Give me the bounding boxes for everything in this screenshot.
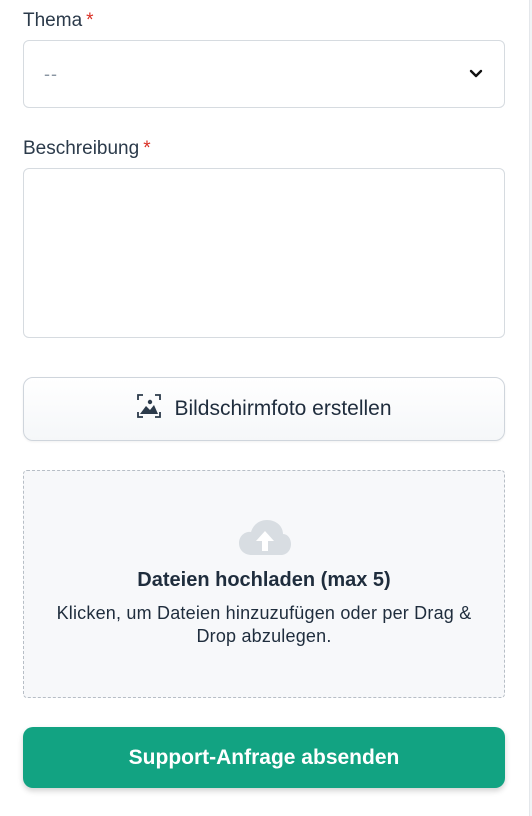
chevron-down-icon	[468, 66, 484, 82]
cloud-upload-icon	[238, 519, 292, 557]
topic-select[interactable]: --	[23, 40, 505, 108]
description-label: Beschreibung *	[23, 137, 151, 161]
description-textarea[interactable]	[23, 168, 505, 338]
description-label-text: Beschreibung	[23, 138, 140, 159]
take-screenshot-label: Bildschirmfoto erstellen	[174, 397, 392, 420]
image-capture-icon	[136, 393, 162, 425]
file-upload-dropzone[interactable]: Dateien hochladen (max 5) Klicken, um Da…	[23, 470, 505, 698]
topic-selected-value: --	[44, 63, 58, 84]
submit-support-request-button[interactable]: Support-Anfrage absenden	[23, 727, 505, 788]
topic-label-text: Thema	[23, 10, 83, 31]
topic-label: Thema *	[23, 9, 94, 33]
upload-hint: Klicken, um Dateien hinzuzufügen oder pe…	[56, 603, 472, 646]
upload-title: Dateien hochladen (max 5)	[137, 569, 391, 591]
take-screenshot-button[interactable]: Bildschirmfoto erstellen	[23, 377, 505, 441]
required-marker: *	[143, 138, 151, 159]
required-marker: *	[86, 10, 94, 31]
